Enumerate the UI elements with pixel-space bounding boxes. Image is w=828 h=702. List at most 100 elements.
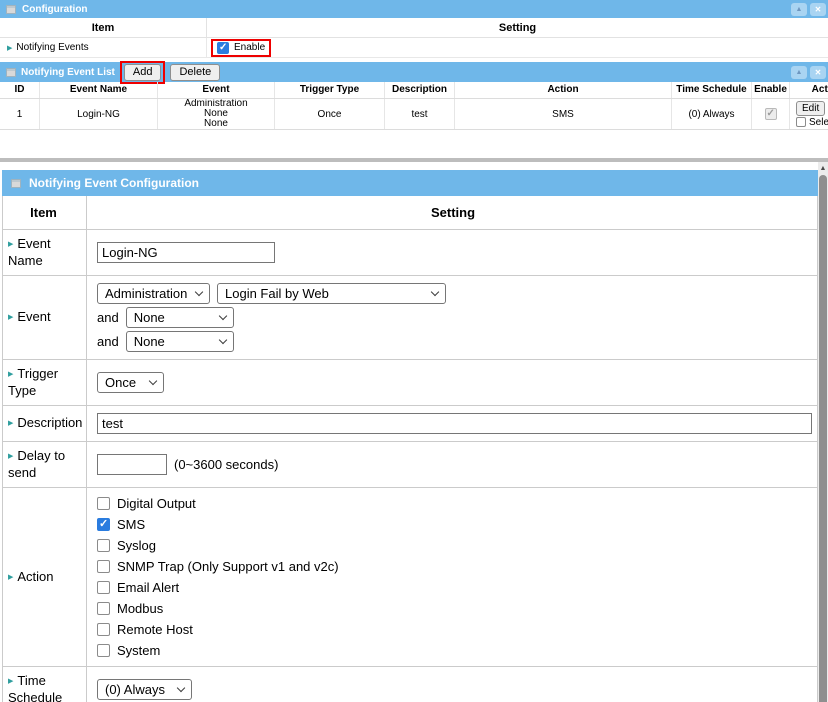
action-option: Remote Host [97,621,809,638]
action-option: Digital Output [97,495,809,512]
close-icon[interactable]: ✕ [810,3,826,16]
system-checkbox[interactable] [97,644,110,657]
configuration-panel: Configuration ▲ ✕ Item Setting ▶ Notifyi… [0,0,828,58]
notifying-events-row: ▶ Notifying Events Enable [0,38,828,58]
cell-trigger-type: Once [275,99,385,129]
time-schedule-label: ▶Time Schedule [8,673,84,702]
column-header-enable: Enable [752,82,790,98]
column-header-event: Event [158,82,275,98]
event-name-input[interactable] [97,242,275,263]
cell-event: Administration None None [158,99,275,129]
time-schedule-select[interactable]: (0) Always [97,679,192,700]
chevron-down-icon [195,287,203,295]
form-table-header: Item Setting [3,196,817,229]
event-line: None [184,119,247,129]
time-schedule-row: ▶Time Schedule (0) Always [3,666,817,702]
chevron-down-icon [218,335,226,343]
snmp-trap-checkbox[interactable] [97,560,110,573]
event-list-column-headers: ID Event Name Event Trigger Type Descrip… [0,82,828,99]
email-alert-checkbox[interactable] [97,581,110,594]
edit-button[interactable]: Edit [796,101,825,116]
scroll-area-divider [0,158,828,162]
chevron-down-icon [177,683,185,691]
vertical-scrollbar[interactable]: ▲ [818,162,828,702]
action-row: ▶Action Digital Output SMS Syslog [3,487,817,666]
panel-title: Configuration [22,4,88,15]
cell-time-schedule: (0) Always [672,99,752,129]
cell-id: 1 [0,99,40,129]
close-icon[interactable]: ✕ [810,66,826,79]
notifying-event-list-panel: Notifying Event List Add Delete ▲ ✕ ID E… [0,62,828,130]
delay-to-send-label: ▶Delay to send [8,448,84,481]
delay-to-send-row: ▶Delay to send (0~3600 seconds) [3,441,817,487]
sms-checkbox[interactable] [97,518,110,531]
event-and1-select[interactable]: None [126,307,234,328]
digital-output-checkbox[interactable] [97,497,110,510]
description-input[interactable] [97,413,812,434]
cell-event-name: Login-NG [40,99,158,129]
action-option: System [97,642,809,659]
highlight-box: Enable [211,39,271,57]
column-header-time-schedule: Time Schedule [672,82,752,98]
action-option: SNMP Trap (Only Support v1 and v2c) [97,558,809,575]
modbus-checkbox[interactable] [97,602,110,615]
panel-header-buttons: ▲ ✕ [791,3,826,16]
panel-title: Notifying Event Configuration [29,176,199,190]
notifying-events-enable-checkbox[interactable] [217,42,229,54]
cell-action: SMS [455,99,672,129]
collapse-icon[interactable]: ▲ [791,3,807,16]
event-label: ▶Event [8,309,51,326]
chevron-down-icon [149,376,157,384]
highlight-box: Add [120,61,166,84]
and-label: and [97,310,119,325]
trigger-type-select[interactable]: Once [97,372,164,393]
event-name-label: ▶Event Name [8,236,84,269]
bullet-icon: ▶ [7,44,12,52]
window-icon [6,68,16,77]
chevron-down-icon [431,287,439,295]
table-row: 1 Login-NG Administration None None Once… [0,99,828,130]
event-list-header: Notifying Event List Add Delete ▲ ✕ [0,62,828,82]
event-subtype-select[interactable]: Login Fail by Web [217,283,446,304]
form-table: Item Setting ▶Event Name ▶Event [2,196,818,702]
and-label: and [97,334,119,349]
delay-input[interactable] [97,454,167,475]
action-option: SMS [97,516,809,533]
notifying-events-label: ▶ Notifying Events [0,38,207,57]
column-header-setting: Setting [207,22,828,34]
window-icon [11,179,21,188]
select-label: Select [809,117,828,128]
column-header-trigger-type: Trigger Type [275,82,385,98]
panel-header-buttons: ▲ ✕ [791,66,826,79]
row-select-checkbox[interactable] [796,117,806,127]
scroll-up-icon[interactable]: ▲ [818,162,828,174]
chevron-down-icon [218,311,226,319]
description-label: ▶Description [8,415,82,432]
cell-enable [752,99,790,129]
event-and2-select[interactable]: None [126,331,234,352]
bullet-icon: ▶ [8,314,13,321]
cell-description: test [385,99,455,129]
notifying-events-setting: Enable [207,39,828,57]
remote-host-checkbox[interactable] [97,623,110,636]
add-button[interactable]: Add [124,64,162,81]
action-option: Email Alert [97,579,809,596]
action-option: Syslog [97,537,809,554]
notifying-events-label-text: Notifying Events [16,42,88,53]
delete-button[interactable]: Delete [170,64,220,81]
column-header-setting: Setting [87,196,817,229]
action-option: Modbus [97,600,809,617]
column-header-id: ID [0,82,40,98]
event-category-select[interactable]: Administration [97,283,210,304]
event-row: ▶Event Administration Login Fail by Web … [3,275,817,359]
event-name-row: ▶Event Name [3,229,817,275]
delay-hint: (0~3600 seconds) [174,457,278,472]
column-header-actions: Actions [790,82,828,98]
form-panel-header: Notifying Event Configuration [2,170,818,196]
cell-actions: Edit Select [790,99,828,129]
configuration-table-header: Item Setting [0,18,828,38]
row-enable-checkbox [765,108,777,120]
syslog-checkbox[interactable] [97,539,110,552]
collapse-icon[interactable]: ▲ [791,66,807,79]
scrollbar-thumb[interactable] [819,175,827,702]
